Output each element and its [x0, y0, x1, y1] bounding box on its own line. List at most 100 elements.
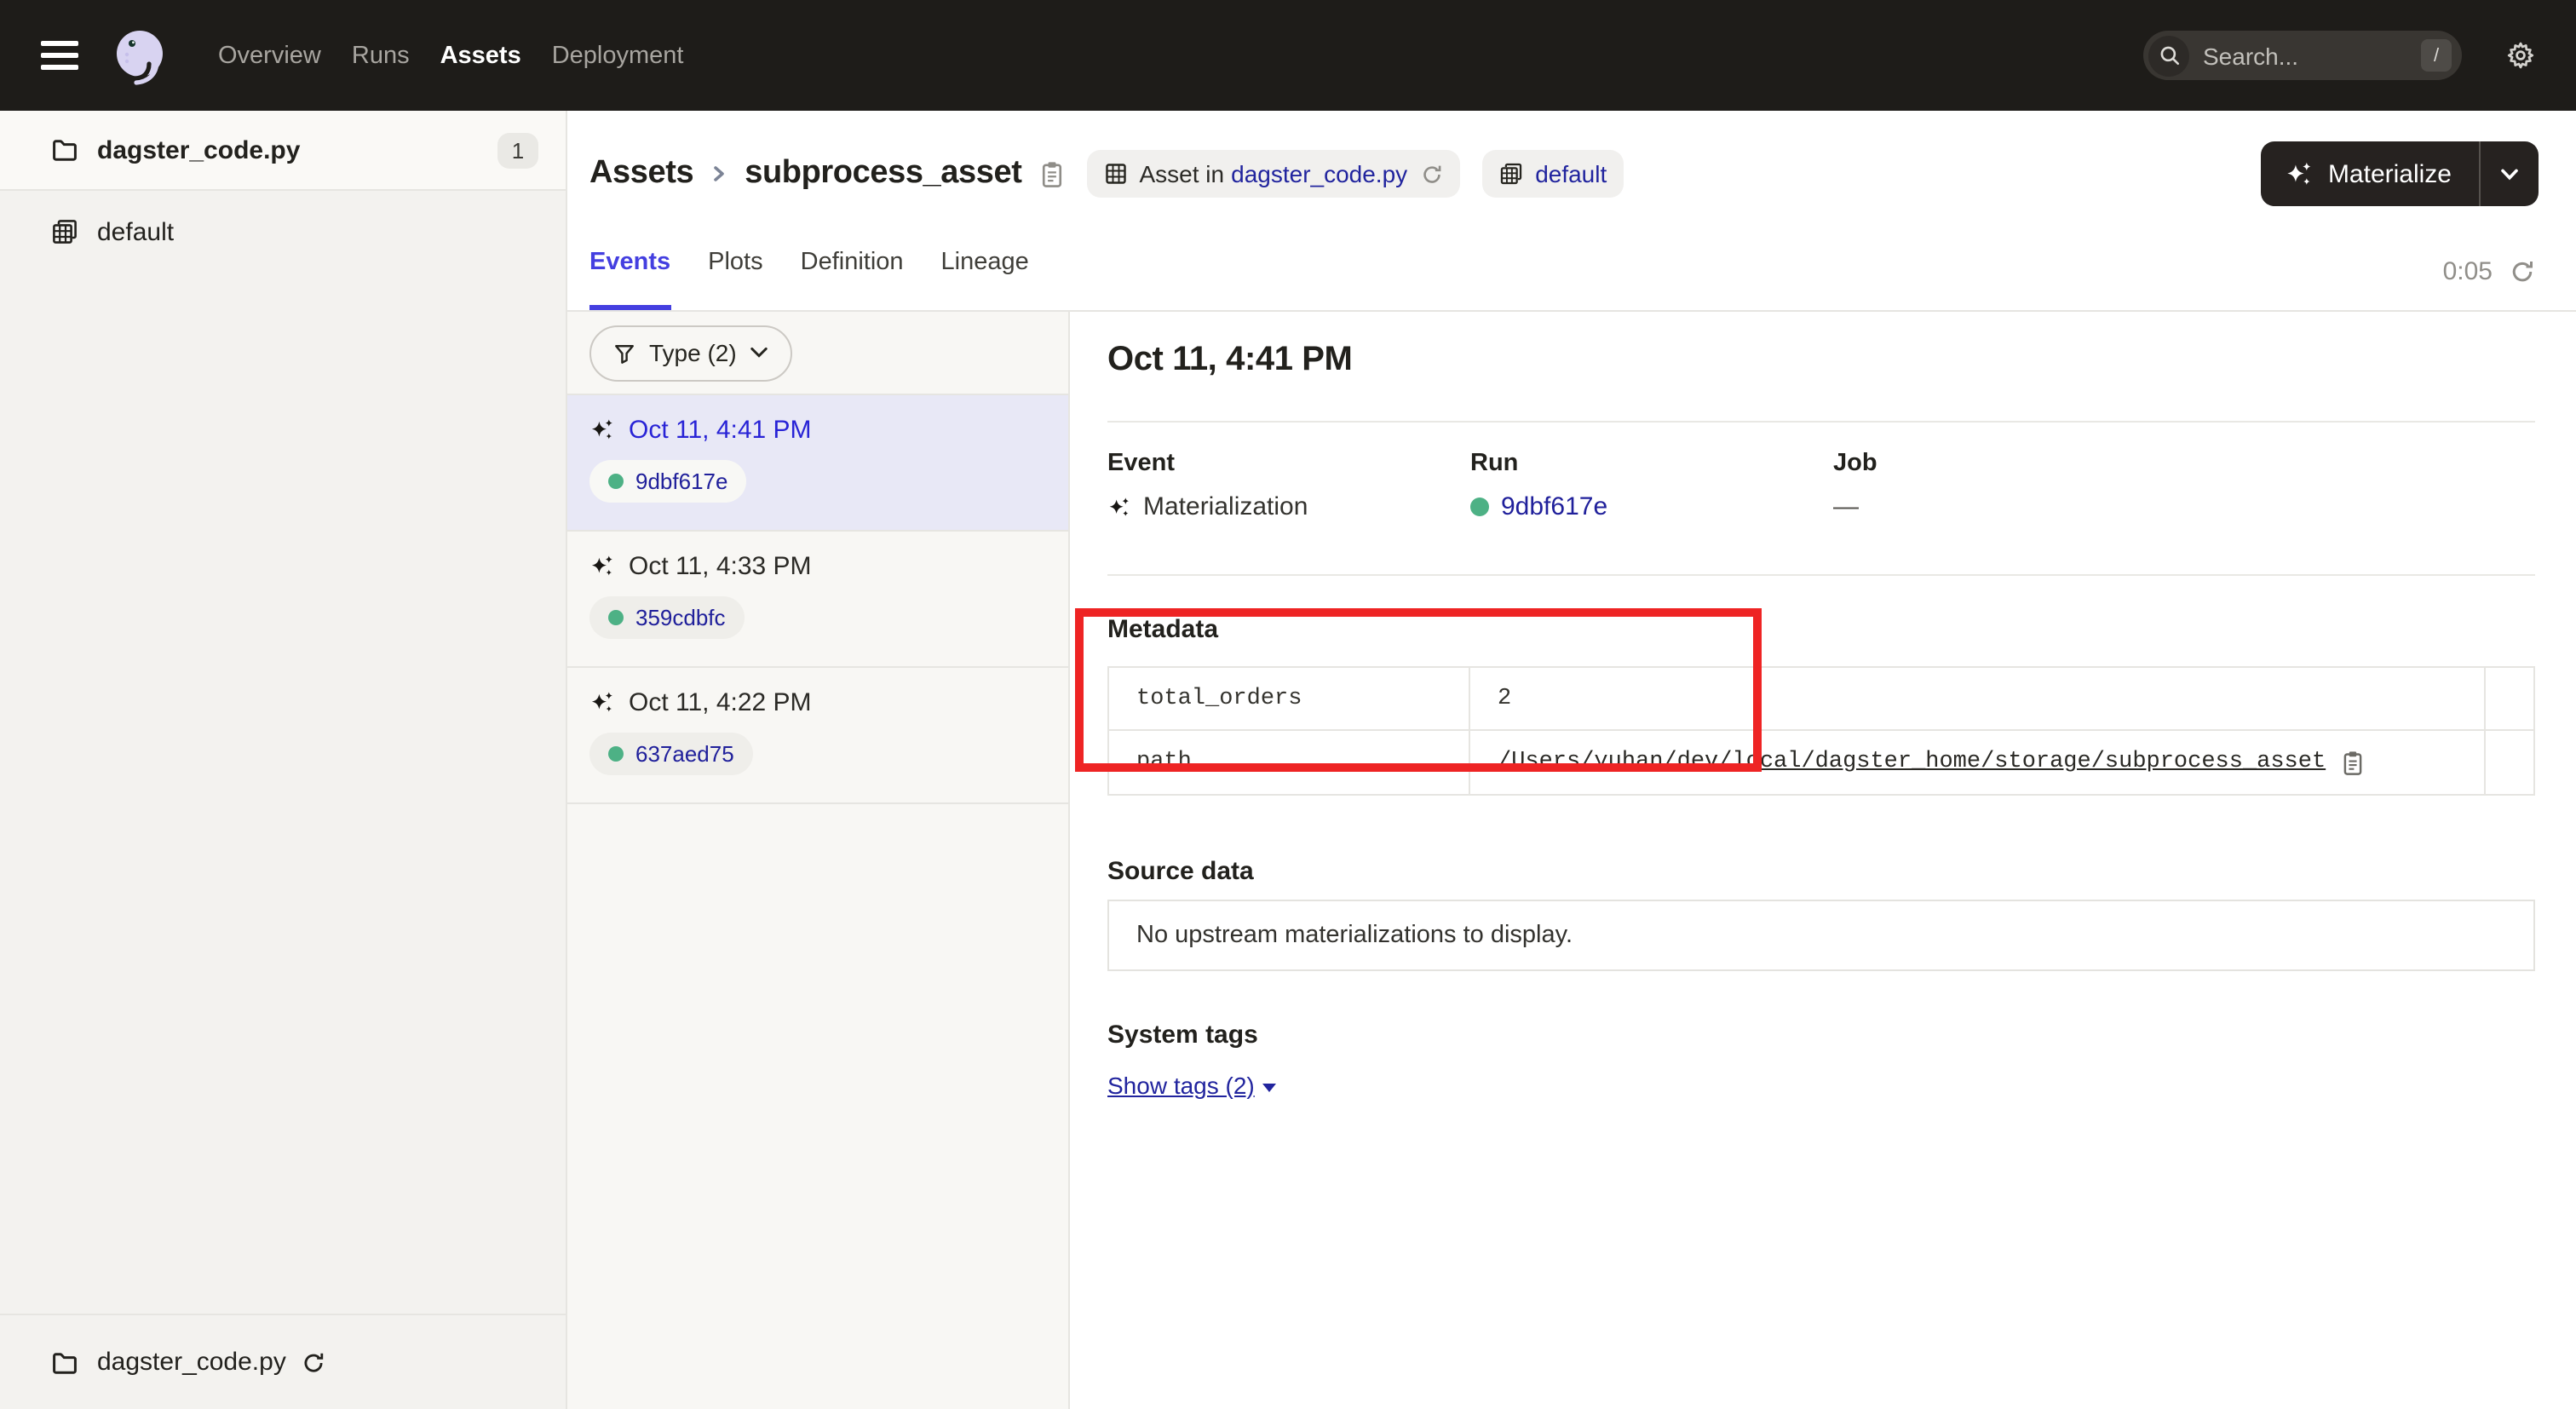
metadata-extra-cell — [2486, 668, 2533, 731]
breadcrumb: Assets subprocess_asset — [589, 155, 1065, 193]
event-filter-bar: Type (2) — [567, 312, 1068, 395]
asset-header: Assets subprocess_asset Asset in dagster… — [567, 111, 2576, 237]
event-list-item[interactable]: Oct 11, 4:22 PM 637aed75 — [567, 668, 1068, 804]
tag-group-link[interactable]: default — [1535, 160, 1607, 187]
repo-grid-icon — [1499, 162, 1523, 186]
metadata-value-cell: 2 — [1470, 668, 2486, 731]
type-filter-label: Type (2) — [649, 339, 737, 366]
hamburger-menu-icon[interactable] — [41, 41, 78, 70]
materialization-sparkle-icon — [589, 417, 615, 443]
main-panel: Assets subprocess_asset Asset in dagster… — [567, 111, 2576, 1409]
primary-nav: Overview Runs Assets Deployment — [218, 42, 683, 69]
event-type-value: Materialization — [1143, 492, 1308, 521]
event-fields: Event Materialization R — [1107, 450, 2535, 521]
metadata-path-link[interactable]: /Users/yuhan/dev/local/dagster_home/stor… — [1498, 750, 2326, 775]
tab-plots[interactable]: Plots — [708, 237, 763, 310]
source-data-empty-box: No upstream materializations to display. — [1107, 900, 2535, 971]
event-timestamp: Oct 11, 4:33 PM — [629, 552, 812, 581]
search-icon — [2148, 35, 2189, 76]
metadata-table: total_orders 2 path /Users/yuhan/dev/loc… — [1107, 666, 2535, 796]
metadata-value-cell: /Users/yuhan/dev/local/dagster_home/stor… — [1470, 731, 2486, 794]
materialization-sparkle-icon — [589, 690, 615, 716]
asset-tree-sidebar: dagster_code.py 1 default dagster_code.p… — [0, 111, 567, 1409]
run-id-link: 9dbf617e — [635, 469, 727, 494]
asset-count-badge: 1 — [497, 132, 538, 168]
asset-name: subprocess_asset — [745, 155, 1021, 193]
event-list-panel: Type (2) Oct 11, 4:41 PM — [567, 312, 1070, 1409]
refresh-countdown: 0:05 — [2443, 257, 2493, 286]
tag-code-location-link[interactable]: dagster_code.py — [1231, 160, 1407, 187]
asset-tabs: Events Plots Definition Lineage 0:05 — [567, 237, 2576, 312]
reload-code-location-icon[interactable] — [302, 1350, 325, 1374]
reload-icon[interactable] — [1421, 163, 1443, 185]
source-data-empty-message: No upstream materializations to display. — [1136, 922, 1573, 949]
app-root: Overview Runs Assets Deployment / — [0, 0, 2576, 1409]
run-id-pill[interactable]: 359cdbfc — [589, 596, 745, 639]
event-list-item[interactable]: Oct 11, 4:41 PM 9dbf617e — [567, 395, 1068, 532]
global-search[interactable]: / — [2143, 31, 2462, 80]
sidebar-item-code-location[interactable]: dagster_code.py 1 — [0, 111, 566, 191]
asset-group-tag[interactable]: default — [1482, 150, 1624, 198]
repo-grid-icon — [51, 218, 78, 245]
divider — [1107, 421, 2535, 423]
run-status-dot — [1470, 497, 1489, 516]
refresh-icon[interactable] — [2510, 259, 2535, 285]
materialize-label: Materialize — [2328, 159, 2452, 188]
copy-asset-name-icon[interactable] — [1039, 159, 1065, 188]
system-tags-heading: System tags — [1107, 1021, 2535, 1050]
settings-gear-icon[interactable] — [2506, 41, 2535, 70]
search-input[interactable] — [2203, 42, 2387, 69]
metadata-heading: Metadata — [1107, 615, 2535, 644]
sidebar-item-label: dagster_code.py — [97, 135, 300, 164]
run-field-label: Run — [1470, 450, 1833, 477]
show-tags-label: Show tags (2) — [1107, 1072, 1255, 1099]
materialization-sparkle-icon — [589, 554, 615, 579]
job-field-label: Job — [1833, 450, 2535, 477]
sidebar-item-label: default — [97, 217, 174, 246]
copy-path-icon[interactable] — [2341, 749, 2365, 776]
metadata-key-cell: total_orders — [1109, 668, 1470, 731]
breadcrumb-assets[interactable]: Assets — [589, 155, 693, 193]
job-empty-value: — — [1833, 492, 1859, 521]
funnel-icon — [613, 342, 635, 364]
folder-icon — [51, 136, 78, 164]
materialize-button[interactable]: Materialize — [2262, 159, 2479, 188]
grid-icon — [1104, 162, 1128, 186]
folder-icon — [51, 1349, 78, 1376]
sidebar-item-group-default[interactable]: default — [0, 191, 566, 273]
nav-item-deployment[interactable]: Deployment — [552, 42, 684, 69]
run-status-dot — [608, 610, 624, 625]
run-status-dot — [608, 746, 624, 762]
caret-down-icon — [1263, 1083, 1277, 1091]
sidebar-bottom-code-location[interactable]: dagster_code.py — [0, 1314, 566, 1409]
search-shortcut-key: / — [2421, 39, 2452, 72]
event-timestamp: Oct 11, 4:41 PM — [629, 416, 812, 445]
source-data-heading: Source data — [1107, 857, 2535, 886]
event-detail-title: Oct 11, 4:41 PM — [1107, 341, 2535, 380]
tab-lineage[interactable]: Lineage — [941, 237, 1029, 310]
nav-item-overview[interactable]: Overview — [218, 42, 321, 69]
materialization-sparkle-icon — [2286, 159, 2314, 188]
event-list-item[interactable]: Oct 11, 4:33 PM 359cdbfc — [567, 532, 1068, 668]
dagster-logo[interactable] — [106, 21, 174, 89]
nav-item-runs[interactable]: Runs — [352, 42, 410, 69]
materialize-dropdown-button[interactable] — [2481, 168, 2539, 180]
metadata-extra-cell — [2486, 731, 2533, 794]
type-filter-button[interactable]: Type (2) — [589, 325, 793, 381]
show-tags-toggle[interactable]: Show tags (2) — [1107, 1072, 1277, 1099]
run-id-link: 637aed75 — [635, 741, 734, 767]
nav-item-assets[interactable]: Assets — [440, 42, 521, 69]
materialization-sparkle-icon — [1107, 495, 1131, 519]
run-id-pill[interactable]: 9dbf617e — [589, 460, 746, 503]
event-detail-panel: Oct 11, 4:41 PM Event Materi — [1070, 312, 2576, 1409]
run-id-pill[interactable]: 637aed75 — [589, 733, 753, 775]
tab-events[interactable]: Events — [589, 237, 670, 310]
run-id-link: 359cdbfc — [635, 605, 726, 630]
top-navbar: Overview Runs Assets Deployment / — [0, 0, 2576, 111]
chevron-right-icon — [709, 160, 729, 187]
run-status-dot — [608, 474, 624, 489]
tab-definition[interactable]: Definition — [801, 237, 904, 310]
asset-location-tag[interactable]: Asset in dagster_code.py — [1087, 150, 1461, 198]
event-timestamp: Oct 11, 4:22 PM — [629, 688, 812, 717]
run-id-link[interactable]: 9dbf617e — [1501, 492, 1607, 521]
